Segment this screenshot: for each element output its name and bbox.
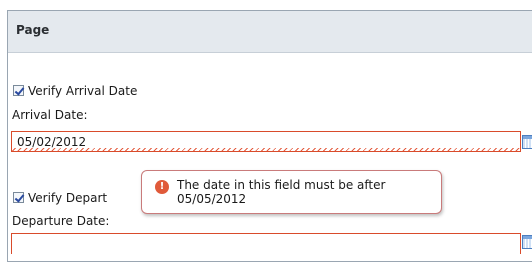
verify-departure-checkbox[interactable] [13, 192, 24, 203]
arrival-date-value: 05/02/2012 [17, 135, 87, 149]
panel-title: Page [16, 23, 50, 37]
verify-arrival-checkbox[interactable] [13, 85, 24, 96]
error-exclamation-icon: ! [155, 180, 169, 194]
panel-header: Page [8, 11, 532, 53]
validation-tooltip: ! The date in this field must be after 0… [141, 170, 442, 214]
arrival-date-label: Arrival Date: [12, 108, 88, 122]
verify-arrival-label: Verify Arrival Date [28, 84, 138, 98]
arrival-calendar-icon[interactable] [522, 135, 532, 149]
arrival-date-input[interactable]: 05/02/2012 [11, 131, 521, 152]
error-underline [12, 148, 520, 151]
verify-departure-label: Verify Depart [28, 191, 108, 205]
departure-calendar-icon[interactable] [522, 235, 532, 249]
departure-date-input[interactable] [11, 233, 521, 254]
departure-date-label: Departure Date: [12, 214, 110, 228]
validation-message: The date in this field must be after 05/… [177, 178, 386, 206]
